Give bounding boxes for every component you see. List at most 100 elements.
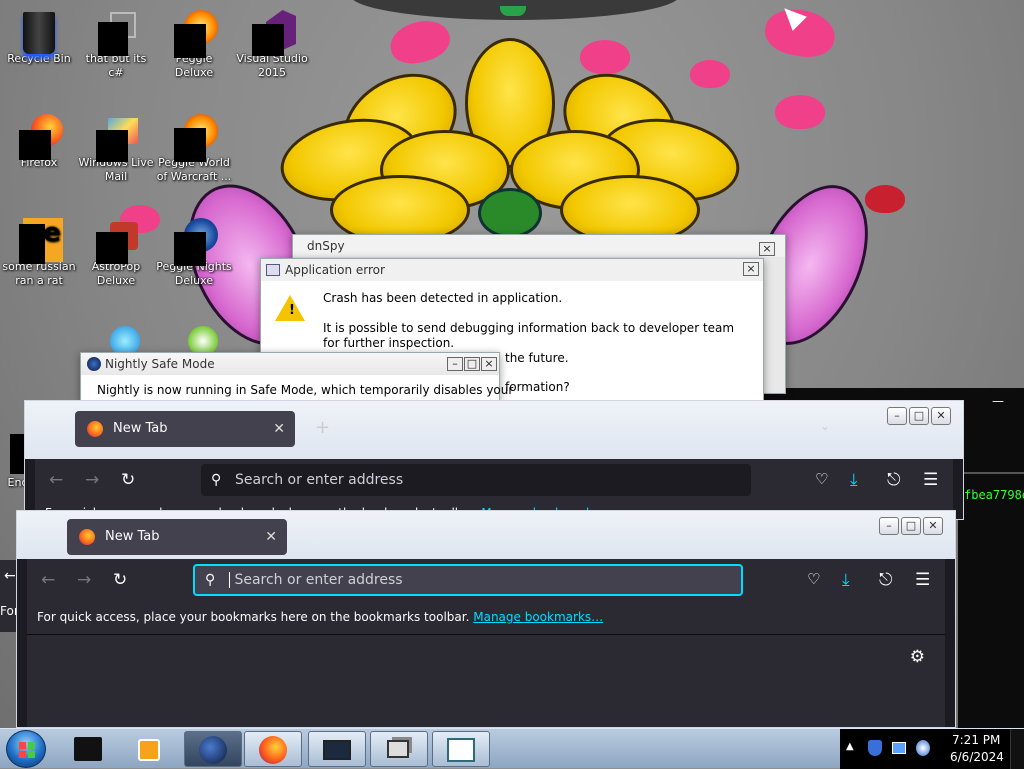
app-error-line2: It is possible to send debugging informa… bbox=[323, 321, 735, 350]
network-icon[interactable] bbox=[892, 742, 906, 754]
volume-icon[interactable] bbox=[916, 740, 930, 756]
taskbar-button-terminal[interactable] bbox=[308, 731, 366, 767]
show-hidden-icons-icon[interactable]: ▲ bbox=[846, 741, 854, 752]
tab-close-icon[interactable]: ✕ bbox=[265, 519, 277, 555]
url-bar[interactable]: ⚲ Search or enter address bbox=[201, 464, 751, 496]
close-button[interactable]: ✕ bbox=[923, 517, 943, 535]
security-shield-icon[interactable] bbox=[868, 740, 882, 756]
bookmarks-hint: For quick access, place your bookmarks h… bbox=[37, 610, 470, 624]
firefox-window-front[interactable]: New Tab ✕ + ⌄ – □ ✕ ← → ↻ ⚲ Search or en… bbox=[16, 510, 956, 728]
maximize-button[interactable]: □ bbox=[909, 407, 929, 425]
firefox-tab-icon bbox=[87, 421, 103, 437]
extensions-icon[interactable]: ⎋ bbox=[879, 570, 892, 590]
peggle-icon bbox=[174, 114, 218, 162]
list-all-tabs-icon[interactable]: ⌄ bbox=[820, 419, 830, 433]
clock-time[interactable]: 7:21 PM bbox=[952, 733, 1000, 747]
back-arrow-icon[interactable]: ← bbox=[49, 470, 63, 490]
downloads-icon[interactable]: ⤓ bbox=[842, 570, 850, 590]
desktop-icon-label: Visual Studio 2015 bbox=[236, 52, 308, 79]
reload-icon[interactable]: ↻ bbox=[121, 470, 135, 490]
taskbar-button-nightly[interactable] bbox=[184, 731, 242, 767]
taskbar-button-recycle[interactable] bbox=[60, 731, 118, 767]
peggle-nights-icon bbox=[174, 218, 218, 266]
desktop-icon-some-russian-ran-a-rat[interactable]: e some russian ran a rat bbox=[1, 212, 77, 288]
desktop-icon-peggle-nights[interactable]: Peggle Nights Deluxe bbox=[156, 212, 232, 288]
firefox-back-navbar: ← → ↻ ⚲ Search or enter address ♡ ⤓ ⎋ ☰ bbox=[35, 459, 953, 501]
forward-arrow-icon[interactable]: → bbox=[77, 570, 91, 590]
text-cursor bbox=[229, 572, 230, 588]
window-stack-icon bbox=[387, 740, 409, 758]
forward-arrow-icon[interactable]: → bbox=[85, 470, 99, 490]
safe-mode-dialog[interactable]: Nightly Safe Mode – □ × Nightly is now r… bbox=[80, 352, 513, 402]
desktop-icon-visual-studio[interactable]: Visual Studio 2015 bbox=[234, 4, 310, 80]
taskbar-button-windows[interactable] bbox=[370, 731, 428, 767]
system-tray: ▲ 7:21 PM 6/6/2024 bbox=[840, 729, 1024, 769]
safe-mode-maximize-button[interactable]: □ bbox=[464, 357, 480, 371]
show-desktop-button[interactable] bbox=[1010, 729, 1024, 769]
taskbar-button-firefox[interactable] bbox=[244, 731, 302, 767]
dnspy-titlebar: dnSpy bbox=[293, 235, 785, 257]
desktop-icon-that-but-its-csharp[interactable]: that but its c# bbox=[78, 4, 154, 80]
nightly-icon bbox=[87, 357, 101, 371]
desktop-icon-partial-flower[interactable] bbox=[156, 316, 232, 356]
list-all-tabs-icon[interactable]: ⌄ bbox=[812, 527, 822, 541]
taskbar-button-app[interactable] bbox=[432, 731, 490, 767]
app-error-line1: Crash has been detected in application. bbox=[323, 291, 563, 305]
desktop-icon-firefox[interactable]: Firefox bbox=[1, 108, 77, 170]
firefox-back-tabstrip: New Tab ✕ + ⌄ – □ ✕ bbox=[25, 401, 963, 459]
desktop: Recycle Bin that but its c# Peggle Delux… bbox=[0, 0, 1024, 728]
rat-icon: e bbox=[19, 218, 63, 264]
dnspy-close-button[interactable]: × bbox=[759, 242, 775, 256]
start-button[interactable] bbox=[6, 730, 46, 768]
close-button[interactable]: ✕ bbox=[931, 407, 951, 425]
extensions-icon[interactable]: ⎋ bbox=[887, 470, 900, 490]
desktop-icon-peggle-deluxe[interactable]: Peggle Deluxe bbox=[156, 4, 232, 80]
firefox-window-back[interactable]: New Tab ✕ + ⌄ – □ ✕ ← → ↻ ⚲ Search or en… bbox=[24, 400, 964, 527]
app-error-close-button[interactable]: × bbox=[743, 262, 759, 276]
search-icon: ⚲ bbox=[211, 472, 222, 488]
tab-close-icon[interactable]: ✕ bbox=[273, 411, 285, 447]
downloads-icon[interactable]: ⤓ bbox=[850, 470, 858, 490]
url-bar[interactable]: ⚲ Search or enter address bbox=[193, 564, 743, 596]
desktop-icon-peggle-wow[interactable]: Peggle World of Warcraft ... bbox=[156, 108, 232, 184]
menu-icon[interactable]: ☰ bbox=[923, 470, 938, 490]
desktop-icon-astropop[interactable]: AstroPop Deluxe bbox=[78, 212, 154, 288]
clock-date[interactable]: 6/6/2024 bbox=[950, 750, 1004, 764]
safe-mode-text: Nightly is now running in Safe Mode, whi… bbox=[97, 383, 514, 397]
pocket-icon[interactable]: ♡ bbox=[807, 570, 820, 588]
app-error-window-icon bbox=[266, 264, 280, 276]
new-tab-plus-icon[interactable]: + bbox=[307, 527, 322, 548]
terminal-minimize-button[interactable]: — bbox=[992, 394, 1004, 408]
safe-mode-close-button[interactable]: × bbox=[481, 357, 497, 371]
desktop-icon-windows-live-mail[interactable]: Windows Live Mail bbox=[78, 108, 154, 184]
back-arrow-icon[interactable]: ← bbox=[41, 570, 55, 590]
desktop-icon-recycle-bin[interactable]: Recycle Bin bbox=[1, 4, 77, 66]
new-tab-plus-icon[interactable]: + bbox=[315, 417, 330, 438]
desktop-icon-label: that but its c# bbox=[85, 52, 147, 79]
windows-logo-icon bbox=[19, 742, 35, 758]
desktop-icon-partial-ie[interactable] bbox=[78, 316, 154, 356]
minimize-button[interactable]: – bbox=[879, 517, 899, 535]
window-stack-icon bbox=[96, 10, 136, 56]
pocket-icon[interactable]: ♡ bbox=[815, 470, 828, 488]
tab-new-tab[interactable]: New Tab ✕ bbox=[75, 411, 295, 447]
firefox-front-navbar: ← → ↻ ⚲ Search or enter address ♡ ⤓ ⎋ ☰ bbox=[27, 559, 945, 601]
safe-mode-titlebar: Nightly Safe Mode bbox=[81, 353, 499, 375]
media-player-icon bbox=[138, 739, 160, 761]
taskbar-button-media[interactable] bbox=[122, 731, 180, 767]
manage-bookmarks-link[interactable]: Manage bookmarks… bbox=[473, 610, 603, 624]
maximize-button[interactable]: □ bbox=[901, 517, 921, 535]
tab-new-tab[interactable]: New Tab ✕ bbox=[67, 519, 287, 555]
url-placeholder: Search or enter address bbox=[234, 572, 403, 588]
settings-gear-icon[interactable]: ⚙ bbox=[910, 647, 925, 667]
reload-icon[interactable]: ↻ bbox=[113, 570, 127, 590]
mail-icon bbox=[96, 114, 138, 162]
terminal-window[interactable]: — fbea7798e bbox=[958, 388, 1024, 728]
minimize-button[interactable]: – bbox=[887, 407, 907, 425]
menu-icon[interactable]: ☰ bbox=[915, 570, 930, 590]
visual-studio-icon bbox=[252, 10, 296, 56]
astropop-icon bbox=[96, 218, 138, 264]
safe-mode-minimize-button[interactable]: – bbox=[447, 357, 463, 371]
app-error-title: Application error bbox=[285, 263, 385, 277]
url-placeholder: Search or enter address bbox=[235, 472, 404, 488]
